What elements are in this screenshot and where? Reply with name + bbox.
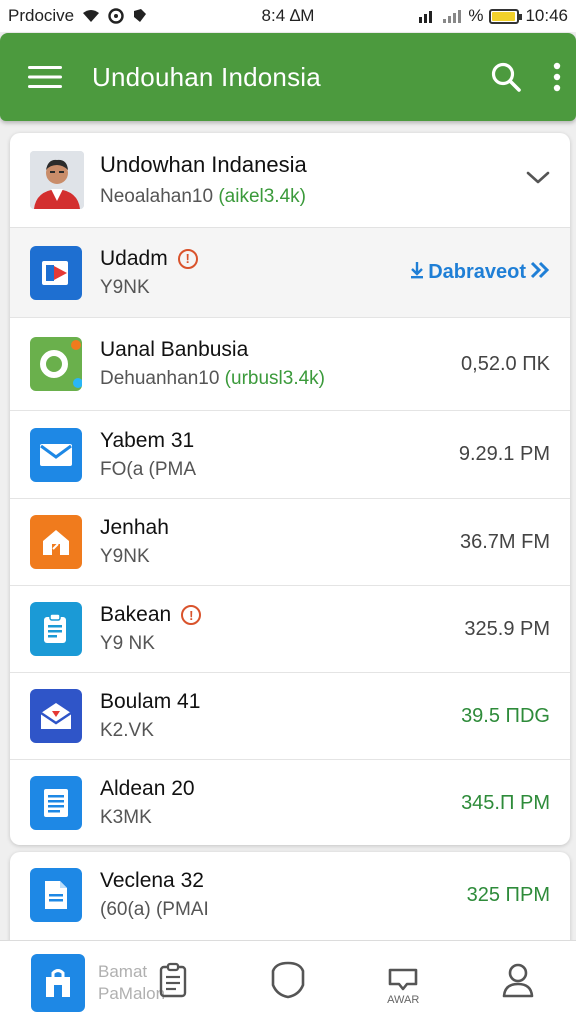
wifi-icon bbox=[82, 9, 100, 23]
chevron-down-icon[interactable] bbox=[526, 171, 550, 190]
app-meta: 9.29.1 PM bbox=[458, 443, 550, 465]
nav-library[interactable] bbox=[115, 941, 230, 1024]
app-title: Undouhan Indonsia bbox=[92, 61, 321, 92]
battery-level-fill bbox=[492, 11, 515, 21]
data-signal-icon bbox=[418, 9, 436, 23]
mail-icon bbox=[30, 427, 82, 482]
warning-icon: ! bbox=[177, 248, 198, 269]
menu-icon[interactable] bbox=[28, 65, 62, 89]
status-bar: Prdocive 8:4 ∆M % 10:46 bbox=[0, 0, 576, 32]
account-subtitle: Neoalahan10 (aikel3.4k) bbox=[100, 186, 307, 208]
bottom-navigation: Bamat PaMalon AWAR bbox=[0, 940, 576, 1024]
app-subtitle: (60(a) (PMAI bbox=[100, 899, 209, 920]
app-title: Bakean bbox=[100, 603, 172, 626]
sync-icon bbox=[108, 8, 124, 24]
app-meta: 39.5 ΠDG bbox=[461, 704, 550, 727]
avatar bbox=[30, 151, 84, 209]
nav-discover[interactable] bbox=[230, 941, 345, 1024]
app-subtitle: FO(a (PMA bbox=[100, 458, 197, 480]
list-item[interactable]: Veclena 32 (60(a) (PMAI 325 ΠPM bbox=[10, 852, 570, 938]
app-meta: 325.9 PM bbox=[464, 617, 550, 640]
store-bag-icon bbox=[30, 953, 85, 1012]
clipboard-nav-icon bbox=[158, 962, 188, 1003]
envelope-open-icon bbox=[30, 689, 82, 743]
account-subtitle-count: (aikel3.4k) bbox=[218, 186, 306, 207]
battery-icon bbox=[489, 8, 523, 24]
document-list-icon bbox=[30, 776, 82, 830]
app-subtitle-count: (urbusl3.4k) bbox=[224, 368, 325, 389]
nav-home[interactable]: Bamat PaMalon bbox=[0, 941, 165, 1024]
app-meta: 345.Π PM bbox=[461, 791, 550, 814]
home-icon bbox=[30, 515, 82, 569]
person-icon bbox=[501, 962, 535, 1003]
app-meta: 36.7M FM bbox=[459, 530, 550, 553]
app-list-card: Undowhan Indanesia Neoalahan10 (aikel3.4… bbox=[10, 133, 570, 845]
app-subtitle: Y9 NK bbox=[100, 633, 155, 654]
account-subtitle-text: Neoalahan10 bbox=[100, 186, 219, 207]
app-list-card-secondary: Veclena 32 (60(a) (PMAI 325 ΠPM bbox=[10, 852, 570, 952]
app-title: Aldean 20 bbox=[100, 777, 195, 800]
notification-icon bbox=[132, 8, 148, 24]
app-meta: 325 ΠPM bbox=[466, 883, 550, 906]
list-item[interactable]: Uanal Banbusia Dehuanhan10 (urbusl3.4k) … bbox=[10, 318, 570, 411]
app-subtitle: K3MK bbox=[100, 807, 152, 828]
ring-icon bbox=[30, 337, 82, 391]
carrier-label: Prdocive bbox=[8, 6, 75, 25]
app-subtitle: K2.VK bbox=[100, 720, 154, 741]
app-meta: 0,52.0 ΠΚ bbox=[461, 352, 550, 375]
list-item[interactable]: Bakean! Y9 NK 325.9 PM bbox=[10, 586, 570, 673]
search-icon[interactable] bbox=[490, 61, 522, 93]
app-title: Boulam 41 bbox=[100, 690, 201, 713]
status-time: 10:46 bbox=[525, 6, 568, 25]
cell-signal-icon bbox=[442, 9, 462, 23]
list-item[interactable]: Aldean 20 K3MK 345.Π PM bbox=[10, 760, 570, 845]
app-title: Jenhah bbox=[100, 516, 169, 539]
list-item[interactable]: Yabem 31 FO(a (PMA 9.29.1 PM bbox=[10, 411, 570, 499]
app-subtitle: Dehuanhan10 (urbusl3.4k) bbox=[100, 368, 325, 390]
account-header[interactable]: Undowhan Indanesia Neoalahan10 (aikel3.4… bbox=[10, 133, 570, 228]
battery-percent-label: % bbox=[468, 6, 484, 25]
download-action-button[interactable]: Dabraveot bbox=[410, 261, 550, 285]
app-title: Yabem 31 bbox=[100, 428, 195, 452]
app-bar: Undouhan Indonsia bbox=[0, 33, 576, 121]
list-item[interactable]: Jenhah Y9NK 36.7M FM bbox=[10, 499, 570, 586]
more-vert-icon[interactable] bbox=[552, 62, 562, 92]
shield-icon bbox=[271, 961, 305, 1004]
list-item[interactable]: Udadm! Y9NK Dabraveot bbox=[10, 228, 570, 318]
app-title: Veclena 32 bbox=[100, 869, 204, 892]
list-item[interactable]: Boulam 41 K2.VK 39.5 ΠDG bbox=[10, 673, 570, 760]
clipboard-icon bbox=[30, 602, 82, 656]
download-small-icon bbox=[410, 261, 424, 285]
document-icon bbox=[30, 868, 82, 922]
app-title: Uanal Banbusia bbox=[100, 338, 249, 361]
app-subtitle: Y9NK bbox=[100, 276, 150, 298]
nav-alerts[interactable]: AWAR bbox=[346, 941, 461, 1024]
account-name: Undowhan Indanesia bbox=[100, 152, 307, 177]
chevron-right-double-icon bbox=[530, 261, 550, 285]
warning-icon: ! bbox=[181, 605, 202, 625]
nav-profile[interactable] bbox=[461, 941, 576, 1024]
app-subtitle: Y9NK bbox=[100, 546, 150, 567]
app-subtitle-text: Dehuanhan10 bbox=[100, 368, 225, 389]
play-slide-icon bbox=[30, 245, 82, 300]
nav-small-label: AWAR bbox=[387, 994, 420, 1006]
app-title: Udadm bbox=[100, 246, 168, 270]
download-action-label: Dabraveot bbox=[428, 261, 526, 283]
